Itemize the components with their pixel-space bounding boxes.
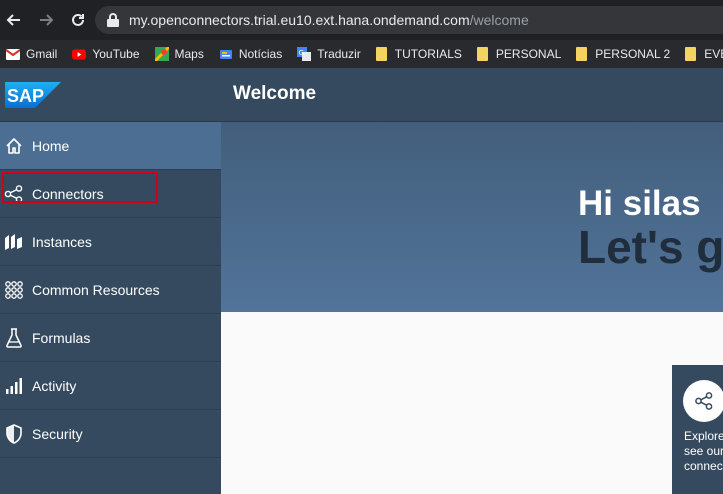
common-resources-icon	[4, 280, 24, 300]
sap-logo-text: SAP	[7, 86, 44, 106]
explore-connectors-card[interactable]: Explore see our connec	[672, 365, 723, 494]
news-icon	[219, 47, 233, 61]
bookmark-label: YouTube	[92, 47, 140, 61]
instances-icon	[4, 232, 24, 252]
bookmark-label: EVERIS	[704, 47, 723, 61]
reload-icon	[72, 13, 84, 26]
share-icon	[683, 380, 723, 422]
hero-subtitle: Let's g	[578, 221, 723, 273]
page-title: Welcome	[233, 83, 317, 104]
maps-icon	[154, 47, 169, 61]
reload-button[interactable]	[64, 6, 92, 34]
back-button[interactable]	[0, 6, 28, 34]
bookmark-label: TUTORIALS	[394, 47, 462, 61]
shield-icon	[4, 423, 24, 444]
bookmark-label: Maps	[174, 47, 204, 61]
sidebar-item-connectors[interactable]: Connectors	[0, 170, 221, 218]
sidebar-item-label: Common Resources	[32, 281, 160, 298]
folder-icon	[576, 47, 588, 61]
bookmark-traduzir[interactable]: G Traduzir	[297, 47, 361, 61]
bookmark-label: Gmail	[26, 47, 58, 61]
bookmark-personal[interactable]: PERSONAL	[476, 47, 562, 61]
bookmark-personal-2[interactable]: PERSONAL 2	[576, 47, 670, 61]
bookmark-label: Notícias	[238, 47, 283, 61]
welcome-hero: Hi silas Let's g	[221, 122, 723, 312]
bookmark-label: Traduzir	[317, 47, 361, 61]
home-icon	[4, 136, 24, 156]
back-arrow-icon	[6, 14, 20, 26]
youtube-icon	[72, 47, 87, 61]
bookmark-label: PERSONAL	[495, 47, 562, 61]
bookmark-youtube[interactable]: YouTube	[72, 47, 140, 61]
sidebar-item-instances[interactable]: Instances	[0, 218, 221, 266]
sidebar-item-label: Instances	[32, 233, 92, 250]
sidebar-item-label: Connectors	[32, 185, 104, 202]
address-bar[interactable]: my.openconnectors.trial.eu10.ext.hana.on…	[95, 6, 723, 34]
bookmarks-bar: Gmail YouTube Maps Notícias G Traduzir T…	[0, 40, 723, 68]
translate-icon: G	[297, 47, 312, 61]
sidebar: Home Connectors Instances Common Resourc…	[0, 122, 221, 494]
folder-icon	[685, 47, 697, 61]
url-host: my.openconnectors.trial.eu10.ext.hana.on…	[129, 12, 470, 28]
main-content	[221, 312, 723, 494]
flask-icon	[4, 327, 24, 348]
sidebar-item-label: Home	[32, 137, 70, 154]
bookmark-label: PERSONAL 2	[595, 47, 671, 61]
forward-arrow-icon	[40, 14, 54, 26]
shell-bar: SAP Welcome	[0, 68, 723, 122]
forward-button[interactable]	[32, 6, 60, 34]
sidebar-item-formulas[interactable]: Formulas	[0, 314, 221, 362]
bookmark-tutorials[interactable]: TUTORIALS	[375, 47, 462, 61]
folder-icon	[476, 47, 488, 61]
browser-toolbar: my.openconnectors.trial.eu10.ext.hana.on…	[0, 0, 723, 40]
hero-greeting: Hi silas	[578, 184, 701, 223]
screen: my.openconnectors.trial.eu10.ext.hana.on…	[0, 0, 723, 494]
sidebar-item-label: Activity	[32, 377, 77, 394]
gmail-icon	[6, 47, 20, 61]
svg-text:G: G	[299, 49, 304, 57]
sidebar-item-label: Formulas	[32, 329, 91, 346]
connectors-share-icon	[4, 184, 24, 204]
sidebar-item-label: Security	[32, 425, 83, 442]
bookmark-noticias[interactable]: Notícias	[219, 47, 282, 61]
sidebar-item-common-resources[interactable]: Common Resources	[0, 266, 221, 314]
sap-logo[interactable]: SAP	[5, 82, 61, 113]
bookmark-maps[interactable]: Maps	[154, 47, 204, 61]
lock-icon	[107, 13, 119, 27]
url-path: /welcome	[469, 12, 529, 28]
sidebar-item-home[interactable]: Home	[0, 122, 221, 170]
sidebar-item-activity[interactable]: Activity	[0, 362, 221, 410]
card-description: Explore see our connec	[684, 429, 723, 473]
bookmark-everis[interactable]: EVERIS	[685, 47, 723, 61]
bookmark-gmail[interactable]: Gmail	[6, 47, 57, 61]
folder-icon	[375, 47, 387, 61]
sidebar-item-security[interactable]: Security	[0, 410, 221, 458]
bar-chart-icon	[4, 376, 24, 396]
